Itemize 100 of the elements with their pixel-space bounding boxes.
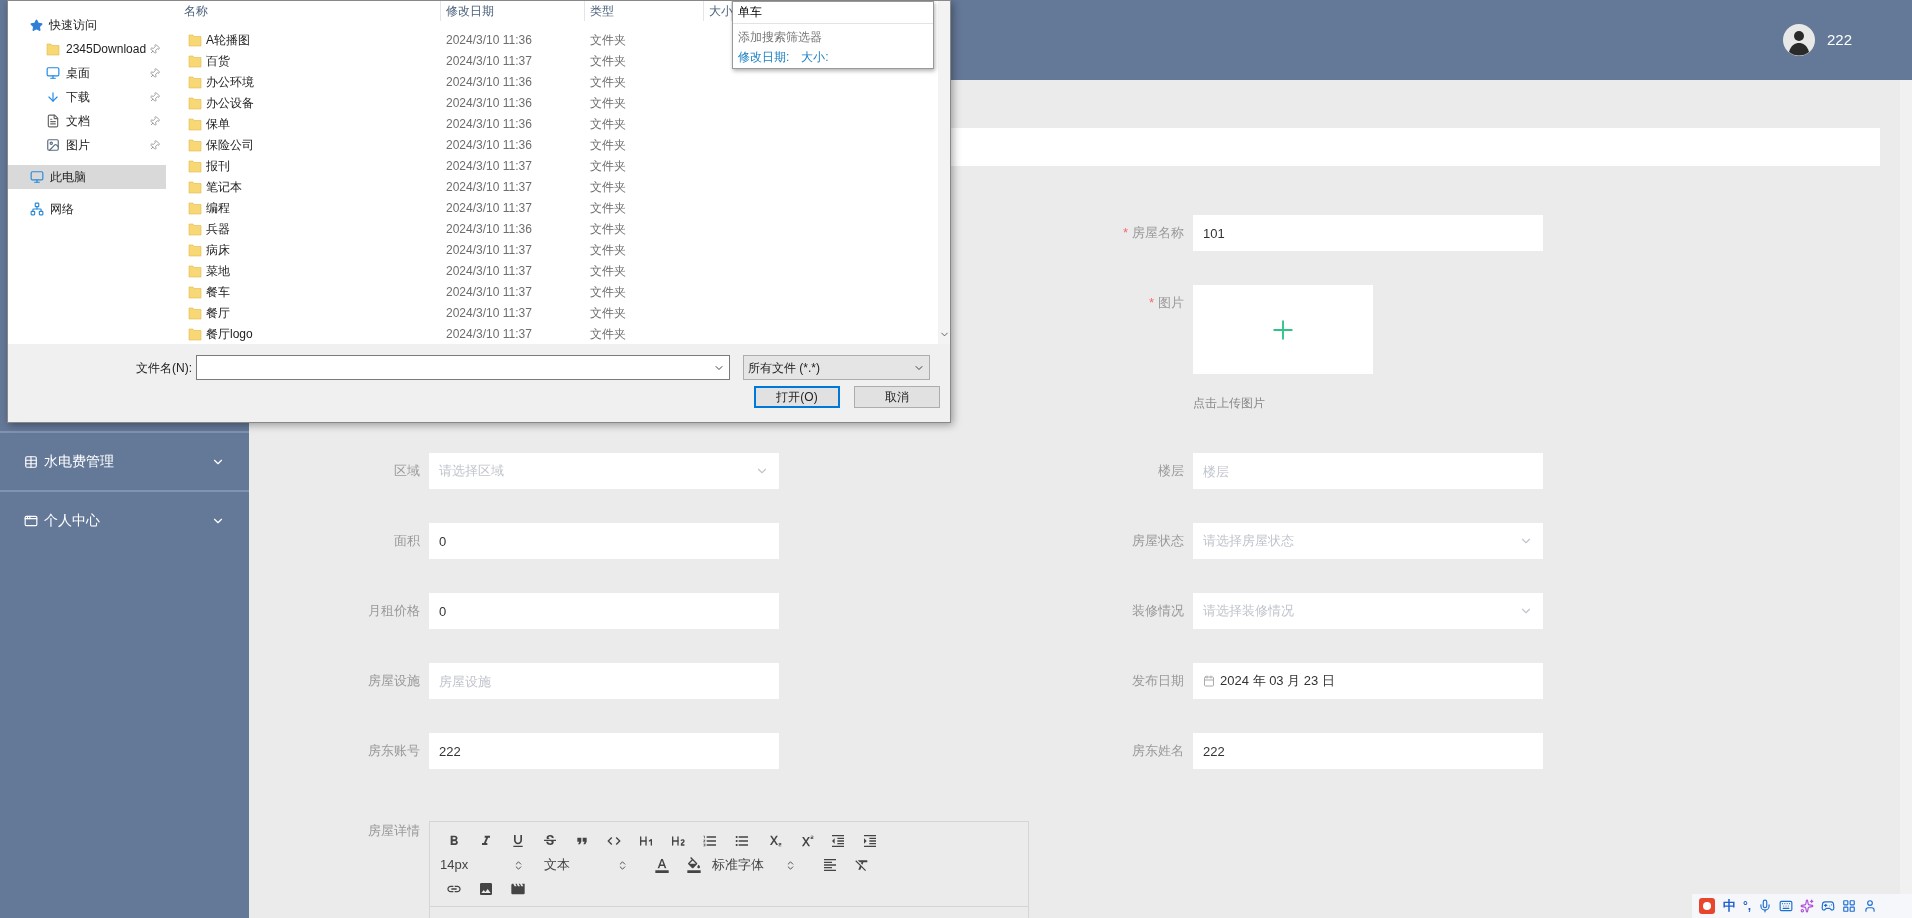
scrollbar[interactable] <box>938 1 950 344</box>
ime-logo-icon[interactable] <box>1698 897 1716 915</box>
language-mode[interactable]: 中 <box>1723 896 1736 916</box>
punctuation-mode[interactable]: °, <box>1743 897 1752 915</box>
text-field[interactable]: 楼层 <box>1193 453 1543 489</box>
avatar[interactable] <box>1782 24 1815 56</box>
filter-link[interactable]: 修改日期: <box>738 48 790 66</box>
file-name: 病床 <box>206 241 230 259</box>
folder-icon <box>188 326 202 341</box>
column-header[interactable]: 修改日期 <box>441 1 585 21</box>
file-row[interactable]: 保单 2024/3/10 11:36 文件夹 <box>166 113 704 134</box>
microphone-icon[interactable] <box>1758 899 1773 913</box>
file-name: 办公设备 <box>206 94 254 112</box>
filename-field[interactable] <box>196 355 730 380</box>
file-row[interactable]: A轮播图 2024/3/10 11:36 文件夹 <box>166 29 704 50</box>
folder-icon <box>188 263 202 278</box>
text-field[interactable]: 222 <box>429 733 779 769</box>
sidebar-item[interactable]: 个人中心 <box>0 490 249 549</box>
folder-icon <box>188 284 202 299</box>
toolbar-select[interactable]: 标准字体 <box>712 854 812 876</box>
scrollbar[interactable] <box>1900 80 1912 894</box>
file-date: 2024/3/10 11:36 <box>445 94 533 112</box>
sparkle-icon[interactable] <box>1800 899 1815 913</box>
updown-icon <box>513 859 524 871</box>
file-name: A轮播图 <box>206 31 250 49</box>
file-row[interactable]: 菜地 2024/3/10 11:37 文件夹 <box>166 260 704 281</box>
file-type: 文件夹 <box>589 220 627 238</box>
file-name: 报刊 <box>206 157 230 175</box>
toolbar-select[interactable]: 文本 <box>544 854 644 876</box>
toolbar-select[interactable]: 14px <box>440 854 540 876</box>
file-date: 2024/3/10 11:37 <box>445 283 533 301</box>
file-row[interactable]: 报刊 2024/3/10 11:37 文件夹 <box>166 155 704 176</box>
file-row[interactable]: 餐厅 2024/3/10 11:37 文件夹 <box>166 302 704 323</box>
file-row[interactable]: 编程 2024/3/10 11:37 文件夹 <box>166 197 704 218</box>
grid-icon[interactable] <box>1842 899 1857 913</box>
field-label: 月租价格 <box>368 602 420 621</box>
file-type: 文件夹 <box>589 262 627 280</box>
file-type: 文件夹 <box>589 157 627 175</box>
file-date: 2024/3/10 11:36 <box>445 220 533 238</box>
keyboard-icon[interactable] <box>1779 899 1794 913</box>
file-name: 保单 <box>206 115 230 133</box>
file-date: 2024/3/10 11:36 <box>445 136 533 154</box>
nav-item[interactable]: 快速访问 <box>8 13 166 37</box>
column-header[interactable]: 名称 <box>166 1 441 21</box>
file-row[interactable]: 餐车 2024/3/10 11:37 文件夹 <box>166 281 704 302</box>
field-label: 房屋详情 <box>368 822 420 840</box>
user-icon[interactable] <box>1863 899 1878 913</box>
column-header[interactable]: 类型 <box>585 1 704 21</box>
file-row[interactable]: 办公设备 2024/3/10 11:36 文件夹 <box>166 92 704 113</box>
filter-link[interactable]: 大小: <box>801 48 829 66</box>
file-type: 文件夹 <box>589 31 627 49</box>
file-name: 兵器 <box>206 220 230 238</box>
file-row[interactable]: 病床 2024/3/10 11:37 文件夹 <box>166 239 704 260</box>
file-type: 文件夹 <box>589 136 627 154</box>
text-field[interactable]: 222 <box>1193 733 1543 769</box>
file-type-select[interactable]: 所有文件 (*.*) <box>743 355 930 380</box>
file-name: 菜地 <box>206 262 230 280</box>
file-name: 百货 <box>206 52 230 70</box>
computer-icon <box>30 170 44 184</box>
search-field[interactable]: 单车 <box>733 2 933 24</box>
search-hint: 添加搜索筛选器 <box>737 29 823 46</box>
nav-item[interactable]: 此电脑 <box>8 165 166 189</box>
text-field[interactable]: 0 <box>429 593 779 629</box>
file-type: 文件夹 <box>589 115 627 133</box>
nav-item[interactable]: 文档 <box>8 109 166 133</box>
nav-item[interactable]: 桌面 <box>8 61 166 85</box>
file-row[interactable]: 兵器 2024/3/10 11:36 文件夹 <box>166 218 704 239</box>
file-date: 2024/3/10 11:37 <box>445 178 533 196</box>
nav-item[interactable]: 图片 <box>8 133 166 157</box>
folder-icon <box>188 305 202 320</box>
text-field[interactable]: 0 <box>429 523 779 559</box>
file-row[interactable]: 保险公司 2024/3/10 11:36 文件夹 <box>166 134 704 155</box>
gamepad-icon[interactable] <box>1821 899 1836 913</box>
folder-icon <box>188 179 202 194</box>
file-row[interactable]: 百货 2024/3/10 11:37 文件夹 <box>166 50 704 71</box>
nav-item[interactable]: 下载 <box>8 85 166 109</box>
file-date: 2024/3/10 11:37 <box>445 157 533 175</box>
file-name: 餐厅 <box>206 304 230 322</box>
required-mark: * <box>1122 224 1128 243</box>
updown-icon <box>785 859 796 871</box>
rich-text-editor[interactable]: 14px 文本 标准字体 <box>429 821 1029 918</box>
folder-icon <box>188 116 202 131</box>
text-field[interactable]: 101 <box>1193 215 1543 251</box>
file-name: 笔记本 <box>206 178 242 196</box>
nav-item[interactable]: 网络 <box>8 197 166 221</box>
file-row[interactable]: 餐厅logo 2024/3/10 11:37 文件夹 <box>166 323 704 344</box>
field-label: 发布日期 <box>1132 672 1184 691</box>
file-date: 2024/3/10 11:36 <box>445 115 533 133</box>
field-label: 装修情况 <box>1132 602 1184 621</box>
nav-item[interactable]: 2345Download <box>8 37 166 61</box>
username[interactable]: 222 <box>1826 28 1852 52</box>
dialog-button[interactable]: 取消 <box>854 386 940 408</box>
text-field[interactable]: 房屋设施 <box>429 663 779 699</box>
file-row[interactable]: 办公环境 2024/3/10 11:36 文件夹 <box>166 71 704 92</box>
file-type: 文件夹 <box>589 325 627 343</box>
date-field[interactable]: 2024 年 03 月 23 日 <box>1193 663 1543 699</box>
dialog-button[interactable]: 打开(O) <box>754 386 840 408</box>
sidebar-item[interactable]: 水电费管理 <box>0 431 249 490</box>
file-row[interactable]: 笔记本 2024/3/10 11:37 文件夹 <box>166 176 704 197</box>
search-dropdown-menu[interactable]: 单车 添加搜索筛选器 修改日期: 大小: <box>732 1 934 69</box>
